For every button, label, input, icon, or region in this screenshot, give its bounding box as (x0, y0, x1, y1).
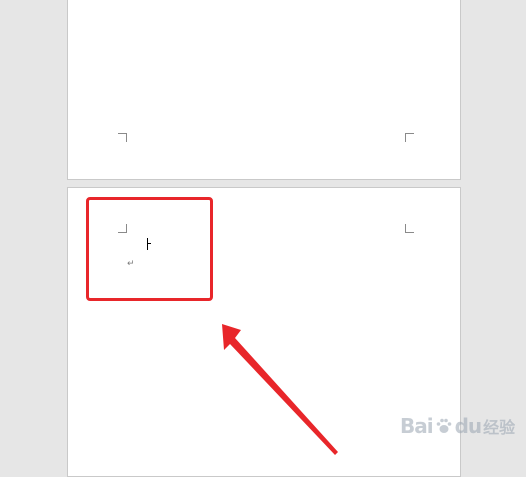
baidu-watermark: Bai du 经验 (400, 414, 515, 438)
margin-corner-bottom-left (118, 133, 127, 142)
watermark-brand: Bai (400, 414, 434, 438)
document-page-1[interactable] (67, 0, 461, 180)
margin-corner-top-right (405, 224, 414, 233)
highlight-box (86, 197, 213, 301)
watermark-brand-2: du (454, 414, 483, 438)
watermark-suffix: 经验 (483, 418, 516, 437)
margin-corner-bottom-right (405, 133, 414, 142)
paw-icon (436, 418, 451, 433)
document-canvas: ↵ Bai du 经验 (0, 0, 526, 477)
